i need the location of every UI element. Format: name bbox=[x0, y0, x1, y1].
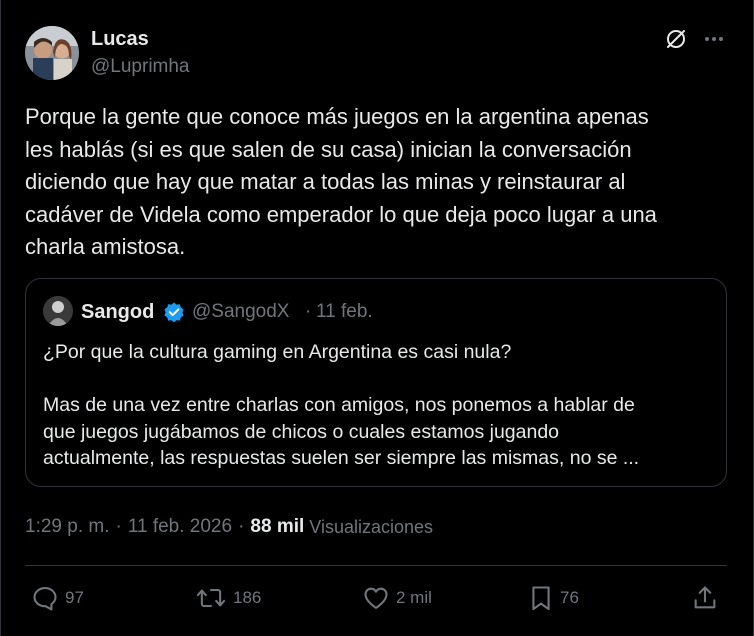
bookmark-count: 76 bbox=[560, 588, 579, 607]
verified-badge-icon bbox=[163, 301, 185, 323]
quote-avatar-photo bbox=[43, 296, 73, 326]
author-avatar[interactable] bbox=[25, 26, 79, 80]
share-button[interactable] bbox=[691, 583, 719, 613]
tweet-detail: Lucas @Luprimha Porque la gente que cono… bbox=[0, 0, 754, 636]
quoted-tweet[interactable]: Sangod @SangodX · 11 feb. ¿Por que la cu… bbox=[25, 278, 727, 487]
heart-icon bbox=[362, 584, 390, 612]
views-label: Visualizaciones bbox=[309, 516, 434, 537]
reply-count: 97 bbox=[65, 588, 84, 607]
tweet-text: Porque la gente que conoce más juegos en… bbox=[25, 104, 657, 259]
grok-icon bbox=[664, 27, 688, 56]
reply-button[interactable]: 97 bbox=[31, 583, 84, 613]
share-icon bbox=[691, 584, 719, 612]
views-count: 88 mil bbox=[250, 516, 305, 537]
more-button[interactable] bbox=[699, 26, 729, 56]
quote-author-name: Sangod bbox=[81, 301, 155, 323]
tweet-date[interactable]: 11 feb. 2026 bbox=[128, 516, 232, 538]
quote-text: ¿Por que la cultura gaming en Argentina … bbox=[43, 341, 640, 469]
avatar-photo bbox=[25, 26, 79, 80]
repost-button[interactable]: 186 bbox=[195, 583, 261, 613]
author-handle[interactable]: @Luprimha bbox=[91, 56, 190, 78]
grok-button[interactable] bbox=[661, 26, 691, 56]
reply-icon bbox=[31, 584, 59, 612]
tweet-time[interactable]: 1:29 p. m. bbox=[25, 516, 110, 538]
more-icon bbox=[703, 28, 725, 55]
quote-date: 11 feb. bbox=[316, 301, 373, 322]
like-count: 2 mil bbox=[396, 588, 432, 607]
meta-separator: · bbox=[238, 516, 245, 537]
like-button[interactable]: 2 mil bbox=[362, 583, 432, 613]
meta-separator: · bbox=[115, 516, 122, 537]
repost-icon bbox=[195, 584, 227, 612]
author-name[interactable]: Lucas bbox=[91, 28, 149, 51]
quote-separator: · bbox=[305, 301, 312, 322]
bookmark-button[interactable]: 76 bbox=[528, 583, 579, 613]
quote-author-handle: @SangodX bbox=[192, 301, 290, 322]
tweet-meta: 1:29 p. m. · 11 feb. 2026 · 88 mil Visua… bbox=[25, 514, 433, 540]
quote-author-avatar bbox=[43, 296, 73, 326]
divider bbox=[25, 565, 727, 566]
bookmark-icon bbox=[528, 584, 554, 612]
repost-count: 186 bbox=[233, 588, 262, 607]
